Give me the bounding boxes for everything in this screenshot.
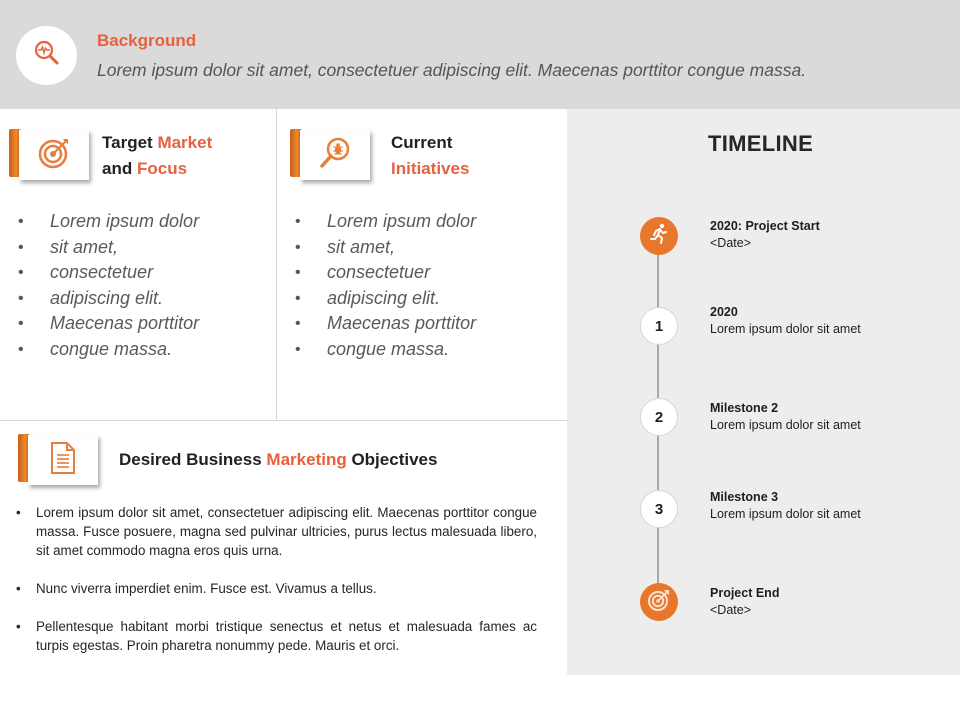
target-market-panel: Target Market and Focus Lorem ipsum dolo… bbox=[0, 109, 277, 421]
title-accent-word: Market bbox=[157, 133, 213, 152]
timeline-node-end bbox=[640, 583, 678, 621]
timeline-item-title: Milestone 2 bbox=[710, 401, 779, 415]
timeline-item-title: Project End bbox=[710, 586, 780, 600]
magnifier-pulse-icon bbox=[33, 39, 61, 72]
list-item: congue massa. bbox=[18, 337, 199, 363]
current-initiatives-icon-card bbox=[290, 129, 382, 180]
runner-icon bbox=[648, 223, 670, 250]
list-item: adipiscing elit. bbox=[295, 286, 476, 312]
timeline-item-text: Lorem ipsum dolor sit amet bbox=[710, 322, 861, 336]
target-icon bbox=[37, 136, 71, 175]
icon-box bbox=[300, 130, 370, 180]
target-market-list: Lorem ipsum dolor sit amet, consectetuer… bbox=[18, 209, 199, 362]
list-item: Lorem ipsum dolor sit amet, consectetuer… bbox=[16, 503, 537, 560]
list-item: Nunc viverra imperdiet enim. Fusce est. … bbox=[16, 579, 537, 598]
title-accent-word: Marketing bbox=[266, 450, 347, 469]
current-initiatives-list: Lorem ipsum dolor sit amet, consectetuer… bbox=[295, 209, 476, 362]
icon-box bbox=[28, 435, 98, 485]
title-word: Desired Business bbox=[119, 450, 262, 469]
list-item: Maecenas porttitor bbox=[295, 311, 476, 337]
timeline-item-2: Milestone 2 Lorem ipsum dolor sit amet bbox=[710, 400, 861, 434]
title-accent-word: Focus bbox=[136, 159, 188, 178]
slide: Background Lorem ipsum dolor sit amet, c… bbox=[0, 0, 960, 720]
timeline-panel: TIMELINE 2020: Project Start <Date> 1 20… bbox=[567, 109, 960, 675]
timeline-node-1: 1 bbox=[640, 307, 678, 345]
title-word: Target bbox=[102, 133, 153, 152]
title-word: and bbox=[102, 159, 133, 178]
timeline-item-title: 2020: Project Start bbox=[710, 219, 820, 233]
timeline-node-3: 3 bbox=[640, 490, 678, 528]
title-accent-word: Initiatives bbox=[391, 159, 470, 178]
list-item: adipiscing elit. bbox=[18, 286, 199, 312]
background-header: Background Lorem ipsum dolor sit amet, c… bbox=[0, 0, 960, 109]
objectives-title: Desired Business Marketing Objectives bbox=[119, 447, 437, 473]
list-item: Maecenas porttitor bbox=[18, 311, 199, 337]
objectives-list: Lorem ipsum dolor sit amet, consectetuer… bbox=[16, 503, 537, 674]
timeline-node-2: 2 bbox=[640, 398, 678, 436]
list-item: sit amet, bbox=[18, 235, 199, 261]
background-text: Lorem ipsum dolor sit amet, consectetuer… bbox=[97, 60, 807, 80]
objectives-panel: Desired Business Marketing Objectives Lo… bbox=[0, 420, 567, 720]
timeline-item-end: Project End <Date> bbox=[710, 585, 779, 619]
target-market-icon-card bbox=[9, 129, 101, 180]
timeline-item-start: 2020: Project Start <Date> bbox=[710, 218, 820, 252]
title-word: Current bbox=[391, 133, 453, 152]
timeline-item-text: <Date> bbox=[710, 236, 752, 250]
target-icon bbox=[647, 588, 671, 617]
icon-box bbox=[19, 130, 89, 180]
list-item: Lorem ipsum dolor bbox=[295, 209, 476, 235]
timeline-title: TIMELINE bbox=[708, 131, 814, 156]
current-initiatives-panel: Current Initiatives Lorem ipsum dolor si… bbox=[277, 109, 567, 421]
list-item: consectetuer bbox=[18, 260, 199, 286]
timeline-item-3: Milestone 3 Lorem ipsum dolor sit amet bbox=[710, 489, 861, 523]
background-icon-circle bbox=[16, 26, 77, 85]
document-icon bbox=[49, 441, 77, 480]
timeline-item-title: 2020 bbox=[710, 305, 738, 319]
title-word: Objectives bbox=[351, 450, 438, 469]
list-item: sit amet, bbox=[295, 235, 476, 261]
current-initiatives-title: Current Initiatives bbox=[391, 130, 469, 182]
list-item: Pellentesque habitant morbi tristique se… bbox=[16, 617, 537, 655]
list-item: congue massa. bbox=[295, 337, 476, 363]
objectives-icon-card bbox=[18, 434, 110, 485]
timeline-item-text: Lorem ipsum dolor sit amet bbox=[710, 507, 861, 521]
bug-search-icon bbox=[318, 136, 352, 175]
background-title: Background bbox=[97, 31, 197, 50]
list-item: Lorem ipsum dolor bbox=[18, 209, 199, 235]
target-market-title: Target Market and Focus bbox=[102, 130, 212, 182]
timeline-item-text: <Date> bbox=[710, 603, 752, 617]
timeline-item-1: 2020 Lorem ipsum dolor sit amet bbox=[710, 304, 861, 338]
timeline-item-text: Lorem ipsum dolor sit amet bbox=[710, 418, 861, 432]
timeline-node-start bbox=[640, 217, 678, 255]
list-item: consectetuer bbox=[295, 260, 476, 286]
timeline-item-title: Milestone 3 bbox=[710, 490, 779, 504]
